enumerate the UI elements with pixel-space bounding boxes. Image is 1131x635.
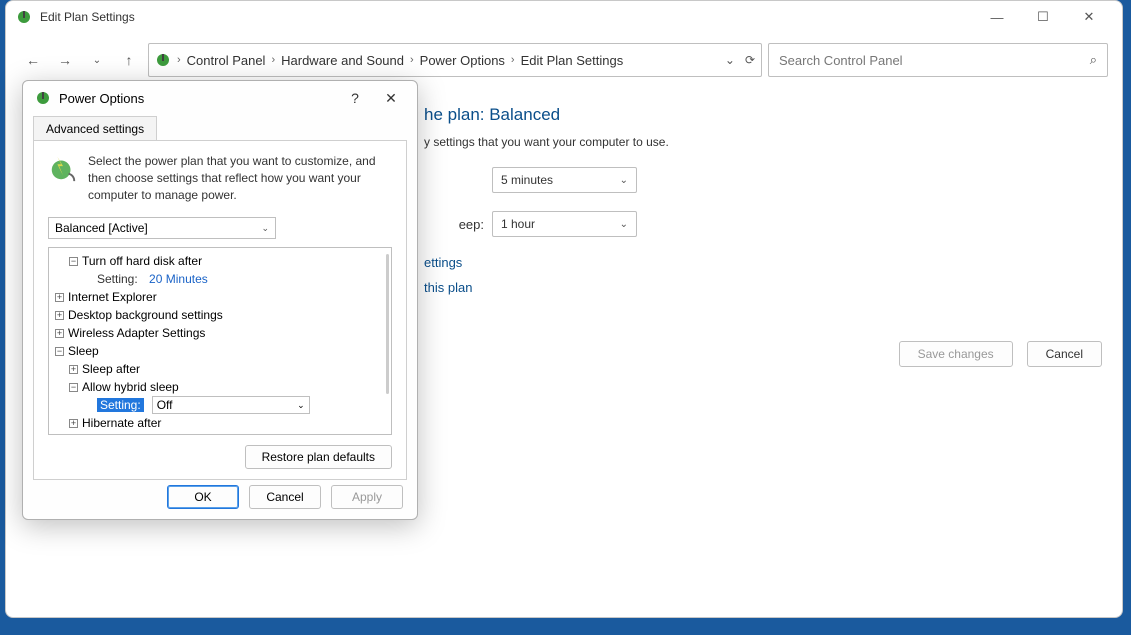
tree-node-sleep[interactable]: −Sleep bbox=[55, 342, 385, 360]
recent-dropdown[interactable]: ⌄ bbox=[84, 47, 110, 73]
expand-icon[interactable]: + bbox=[69, 365, 78, 374]
battery-plug-icon bbox=[48, 153, 78, 183]
tree-setting-hybrid-value[interactable]: Setting: Off⌄ bbox=[55, 396, 385, 414]
power-icon bbox=[35, 90, 51, 106]
chevron-down-icon: ⌄ bbox=[620, 219, 628, 230]
address-bar: ← → ⌄ ↑ › Control Panel › Hardware and S… bbox=[20, 43, 1108, 77]
breadcrumb-seg[interactable]: Edit Plan Settings bbox=[521, 53, 624, 68]
expand-icon[interactable]: + bbox=[55, 293, 64, 302]
ok-button[interactable]: OK bbox=[167, 485, 239, 509]
tree-node-hybrid-sleep[interactable]: −Allow hybrid sleep bbox=[55, 378, 385, 396]
titlebar: Edit Plan Settings ― ☐ ✕ bbox=[6, 1, 1122, 33]
cancel-button[interactable]: Cancel bbox=[249, 485, 321, 509]
collapse-icon[interactable]: − bbox=[69, 383, 78, 392]
breadcrumb-seg[interactable]: Hardware and Sound bbox=[281, 53, 404, 68]
up-button[interactable]: ↑ bbox=[116, 47, 142, 73]
tree-node-wireless[interactable]: +Wireless Adapter Settings bbox=[55, 324, 385, 342]
advanced-settings-link[interactable]: ettings bbox=[424, 255, 1102, 270]
app-icon bbox=[16, 9, 32, 25]
page-title: he plan: Balanced bbox=[424, 105, 1102, 125]
dialog-description: Select the power plan that you want to c… bbox=[88, 153, 392, 203]
chevron-right-icon: › bbox=[511, 54, 515, 66]
chevron-down-icon: ⌄ bbox=[261, 223, 269, 234]
tree-node-desktop-bg[interactable]: +Desktop background settings bbox=[55, 306, 385, 324]
tree-node-wake-timer[interactable]: +Allow wake timer bbox=[55, 432, 385, 435]
collapse-icon[interactable]: − bbox=[69, 257, 78, 266]
settings-tree[interactable]: −Turn off hard disk after Setting: 20 Mi… bbox=[48, 247, 392, 435]
plan-settings-content: he plan: Balanced y settings that you wa… bbox=[424, 105, 1102, 367]
chevron-down-icon: ⌄ bbox=[620, 175, 628, 186]
tree-node-sleep-after[interactable]: +Sleep after bbox=[55, 360, 385, 378]
search-input[interactable]: Search Control Panel ⌕ bbox=[768, 43, 1108, 77]
chevron-right-icon: › bbox=[271, 54, 275, 66]
chevron-right-icon: › bbox=[177, 54, 181, 66]
power-options-dialog: Power Options ? ✕ Advanced settings Sele… bbox=[22, 80, 418, 520]
restore-defaults-link[interactable]: this plan bbox=[424, 280, 1102, 295]
back-button[interactable]: ← bbox=[20, 47, 46, 73]
chevron-right-icon: › bbox=[410, 54, 414, 66]
breadcrumb-seg[interactable]: Power Options bbox=[420, 53, 505, 68]
help-button[interactable]: ? bbox=[341, 90, 369, 106]
search-icon: ⌕ bbox=[1090, 52, 1097, 68]
page-subtitle: y settings that you want your computer t… bbox=[424, 135, 1102, 149]
refresh-icon[interactable]: ⟳ bbox=[745, 53, 755, 67]
window-title: Edit Plan Settings bbox=[40, 10, 966, 24]
chevron-down-icon: ⌄ bbox=[297, 400, 305, 411]
close-button[interactable]: ✕ bbox=[377, 90, 405, 107]
sleep-label: eep: bbox=[424, 217, 484, 232]
hybrid-sleep-value-combo[interactable]: Off⌄ bbox=[152, 396, 310, 414]
close-button[interactable]: ✕ bbox=[1066, 1, 1112, 33]
expand-icon[interactable]: + bbox=[55, 329, 64, 338]
save-changes-button[interactable]: Save changes bbox=[899, 341, 1013, 367]
path-box[interactable]: › Control Panel › Hardware and Sound › P… bbox=[148, 43, 762, 77]
sleep-combo[interactable]: 1 hour⌄ bbox=[492, 211, 637, 237]
search-placeholder: Search Control Panel bbox=[779, 53, 903, 68]
expand-icon[interactable]: + bbox=[55, 311, 64, 320]
breadcrumb-seg[interactable]: Control Panel bbox=[187, 53, 266, 68]
scrollbar[interactable] bbox=[386, 254, 389, 394]
dialog-title: Power Options bbox=[59, 91, 333, 106]
minimize-button[interactable]: ― bbox=[974, 1, 1020, 33]
tab-page: Select the power plan that you want to c… bbox=[33, 140, 407, 480]
power-plan-combo[interactable]: Balanced [Active]⌄ bbox=[48, 217, 276, 239]
cancel-button[interactable]: Cancel bbox=[1027, 341, 1102, 367]
restore-defaults-button[interactable]: Restore plan defaults bbox=[245, 445, 392, 469]
turn-off-display-combo[interactable]: 5 minutes⌄ bbox=[492, 167, 637, 193]
forward-button[interactable]: → bbox=[52, 47, 78, 73]
history-dropdown-icon[interactable]: ⌄ bbox=[725, 53, 735, 67]
tree-node-ie[interactable]: +Internet Explorer bbox=[55, 288, 385, 306]
tree-setting-hard-disk-value[interactable]: Setting: 20 Minutes bbox=[55, 270, 385, 288]
tree-node-hard-disk[interactable]: −Turn off hard disk after bbox=[55, 252, 385, 270]
power-icon bbox=[155, 52, 171, 68]
apply-button[interactable]: Apply bbox=[331, 485, 403, 509]
maximize-button[interactable]: ☐ bbox=[1020, 1, 1066, 33]
dialog-titlebar: Power Options ? ✕ bbox=[23, 81, 417, 115]
tab-advanced-settings[interactable]: Advanced settings bbox=[33, 116, 157, 141]
expand-icon[interactable]: + bbox=[69, 419, 78, 428]
collapse-icon[interactable]: − bbox=[55, 347, 64, 356]
tree-node-hibernate[interactable]: +Hibernate after bbox=[55, 414, 385, 432]
